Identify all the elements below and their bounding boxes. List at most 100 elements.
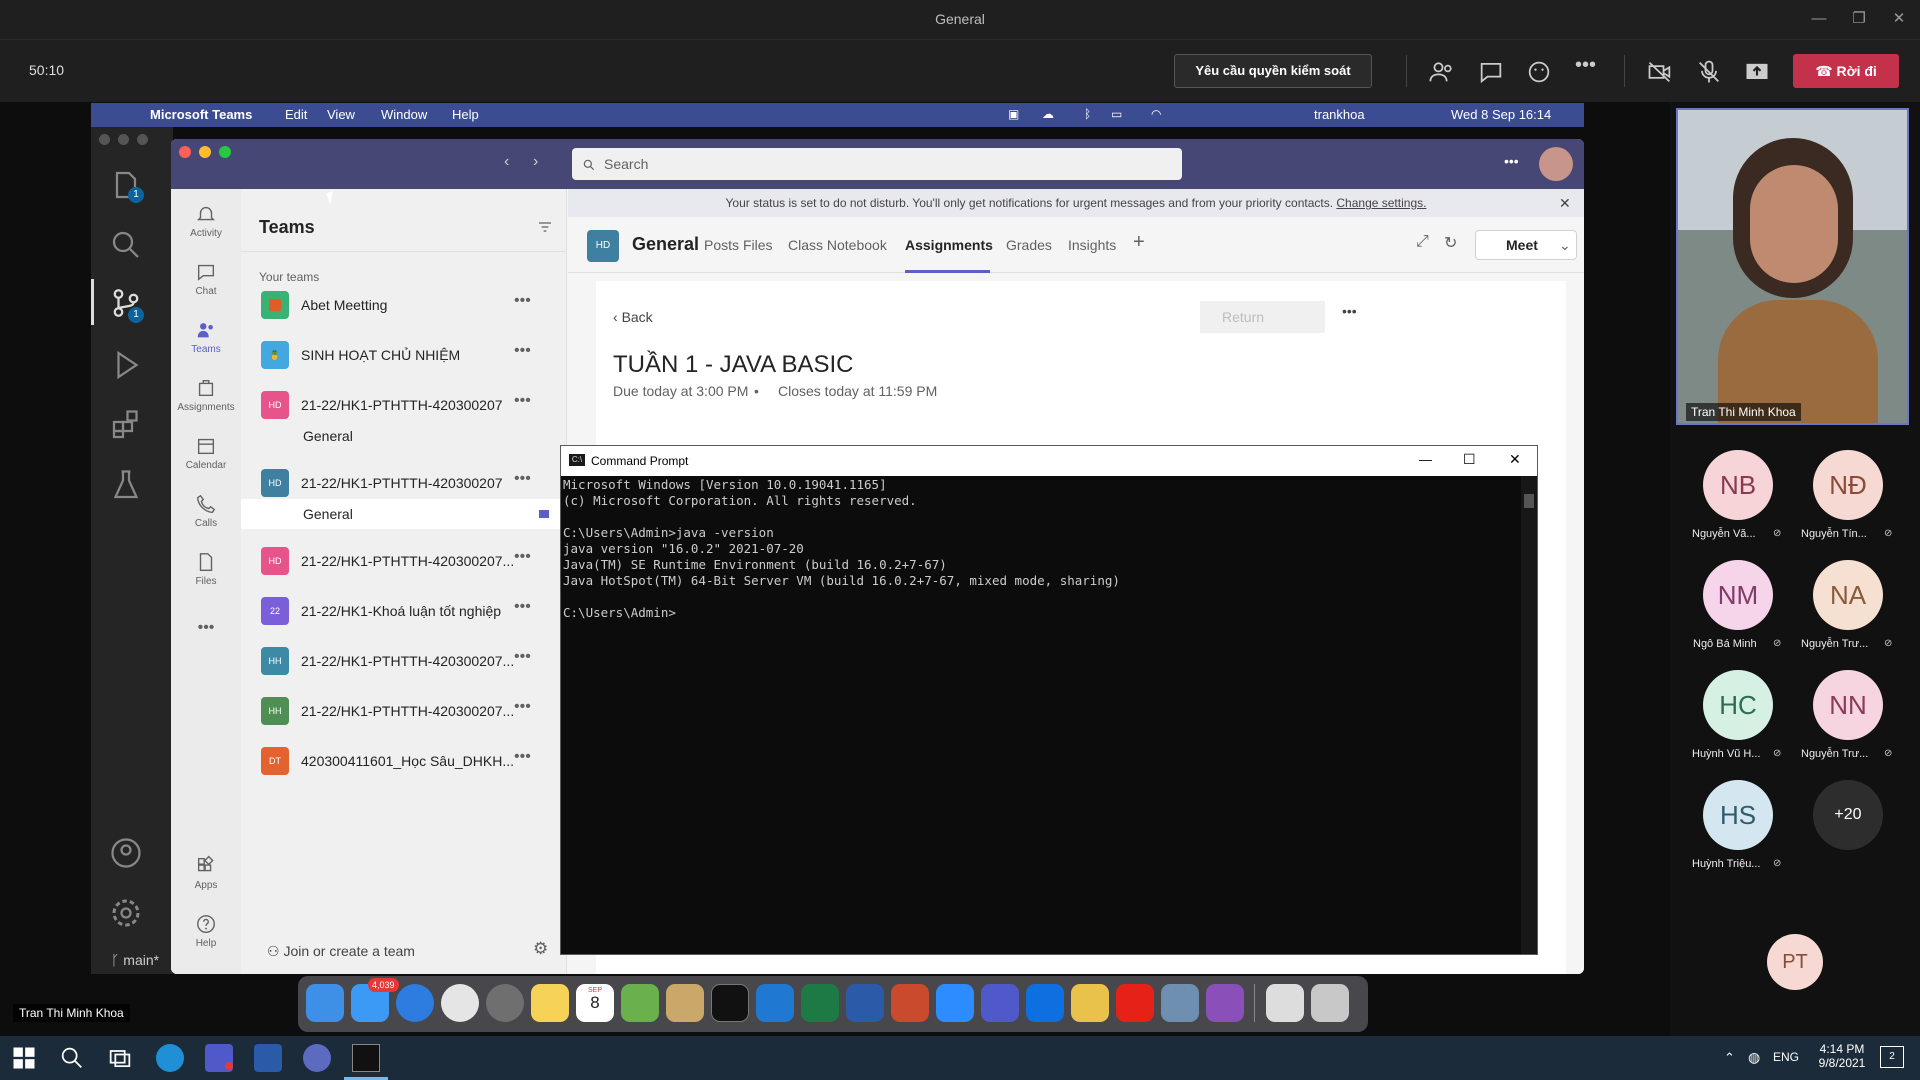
cmd-maximize-icon[interactable]: ☐ [1463,451,1476,468]
scrollbar[interactable] [1521,476,1537,954]
safari-icon[interactable] [396,984,434,1022]
rail-teams[interactable]: Teams [171,319,241,355]
nav-back-icon[interactable]: ‹ [504,153,509,171]
back-button[interactable]: ‹ Back [613,309,653,325]
mac-close-button[interactable] [179,146,191,158]
cloud-icon[interactable]: ☁ [1042,107,1054,121]
chat-icon[interactable] [1477,58,1505,86]
extensions-icon[interactable] [108,407,144,443]
battery-icon[interactable]: ▭ [1111,107,1122,121]
team-item[interactable]: Abet Meetting ••• [259,287,559,323]
close-button[interactable]: ✕ [1886,8,1912,30]
mic-off-icon[interactable] [1695,58,1723,86]
calendar-icon[interactable]: SEP 8 [576,984,614,1022]
notes-icon[interactable] [531,984,569,1022]
terminal-icon[interactable] [711,984,749,1022]
team-item[interactable]: HH 21-22/HK1-PTHTTH-420300207... ••• [259,643,559,679]
change-settings-link[interactable]: Change settings. [1336,196,1426,210]
trash-icon[interactable] [1311,984,1349,1022]
tab-grades[interactable]: Grades [1006,237,1052,253]
channel-item-selected[interactable]: General [241,499,567,529]
cmd-close-icon[interactable]: ✕ [1509,451,1521,468]
self-avatar[interactable]: PT [1767,934,1823,990]
word-icon[interactable] [846,984,884,1022]
finder-icon[interactable] [306,984,344,1022]
github-icon[interactable] [1206,984,1244,1022]
taskbar-clock[interactable]: 4:14 PM 9/8/2021 [1812,1042,1872,1070]
expand-icon[interactable]: ⤢ [1416,233,1429,251]
task-view-icon[interactable] [106,1044,134,1072]
more-icon[interactable]: ••• [514,342,531,360]
more-icon[interactable]: ••• [514,598,531,616]
minimize-button[interactable]: — [1806,8,1832,30]
leave-button[interactable]: ☎ Rời đi [1793,54,1899,88]
windows-start-icon[interactable] [10,1044,38,1072]
rail-calendar[interactable]: Calendar [171,435,241,471]
meet-button[interactable]: Meet ⌄ [1475,230,1577,260]
participant-avatar[interactable]: NA [1813,560,1883,630]
request-control-button[interactable]: Yêu cầu quyền kiểm soát [1174,54,1372,88]
network-icon[interactable]: ◍ [1748,1049,1760,1066]
tab-posts[interactable]: Posts [704,237,739,253]
refresh-icon[interactable]: ↻ [1444,233,1457,253]
zoom-icon[interactable] [936,984,974,1022]
team-item[interactable]: HD 21-22/HK1-PTHTTH-420300207... ••• [259,543,559,579]
mac-clock[interactable]: Wed 8 Sep 16:14 [1451,107,1551,122]
menu-view[interactable]: View [327,107,355,122]
chrome-icon[interactable] [441,984,479,1022]
console-output[interactable]: Microsoft Windows [Version 10.0.19041.11… [563,477,1519,621]
team-item[interactable]: HH 21-22/HK1-PTHTTH-420300207... ••• [259,693,559,729]
participant-avatar[interactable]: NN [1813,670,1883,740]
rail-more-icon[interactable]: ••• [171,619,241,637]
return-button[interactable]: Return [1200,301,1325,333]
edge-icon[interactable] [156,1044,184,1072]
close-banner-icon[interactable]: ✕ [1559,189,1571,217]
participant-avatar[interactable]: HS [1703,780,1773,850]
rail-files[interactable]: Files [171,551,241,587]
command-prompt-window[interactable]: C:\ Command Prompt — ☐ ✕ Microsoft Windo… [560,445,1538,955]
people-icon[interactable] [1428,58,1456,86]
more-icon[interactable]: ••• [514,698,531,716]
manage-teams-gear-icon[interactable]: ⚙ [533,939,548,959]
rail-calls[interactable]: Calls [171,493,241,529]
settings-gear-icon[interactable] [108,895,144,931]
cmd-titlebar[interactable]: C:\ Command Prompt — ☐ ✕ [561,446,1537,476]
more-icon[interactable]: ••• [514,292,531,310]
run-debug-icon[interactable] [108,347,144,383]
notification-center-icon[interactable]: 2 [1880,1046,1904,1068]
powerpoint-icon[interactable] [891,984,929,1022]
menu-help[interactable]: Help [452,107,479,122]
wifi-icon[interactable]: ◠ [1151,107,1161,121]
maximize-button[interactable]: ❐ [1846,8,1872,30]
tab-files[interactable]: Files [743,237,773,253]
tab-assignments[interactable]: Assignments [905,237,993,253]
more-icon[interactable]: ••• [514,748,531,766]
bluetooth-icon[interactable]: ᛒ [1084,107,1091,121]
archive-icon[interactable] [1071,984,1109,1022]
add-tab-icon[interactable]: + [1133,231,1145,254]
participant-avatar[interactable]: HC [1703,670,1773,740]
menu-edit[interactable]: Edit [285,107,307,122]
zalo-icon[interactable] [1026,984,1064,1022]
cmd-taskbar-icon[interactable] [352,1044,380,1072]
mac-minimize-button[interactable] [199,146,211,158]
maps-icon[interactable] [621,984,659,1022]
zoom-status-icon[interactable]: ▣ [1008,107,1019,121]
filter-icon[interactable] [537,219,553,235]
camera-off-icon[interactable] [1646,58,1674,86]
mac-user[interactable]: trankhoa [1314,107,1365,122]
join-create-team-button[interactable]: ⚇ Join or create a team [267,943,415,960]
cmd-minimize-icon[interactable]: — [1419,452,1432,467]
reactions-icon[interactable] [1525,58,1553,86]
participant-avatar[interactable]: NĐ [1813,450,1883,520]
team-item[interactable]: 22 21-22/HK1-Khoá luận tốt nghiệp ••• [259,593,559,629]
rail-chat[interactable]: Chat [171,261,241,297]
youtube-icon[interactable] [1116,984,1154,1022]
team-item[interactable]: 🍍 SINH HOẠT CHỦ NHIỆM ••• [259,337,559,373]
participant-avatar[interactable]: NB [1703,450,1773,520]
tray-chevron-icon[interactable]: ⌃ [1724,1050,1735,1066]
screen-sharing-icon[interactable] [1161,984,1199,1022]
more-icon[interactable]: ••• [514,548,531,566]
team-item[interactable]: HD 21-22/HK1-PTHTTH-420300207 ••• [259,387,559,423]
share-screen-icon[interactable] [1743,58,1771,86]
